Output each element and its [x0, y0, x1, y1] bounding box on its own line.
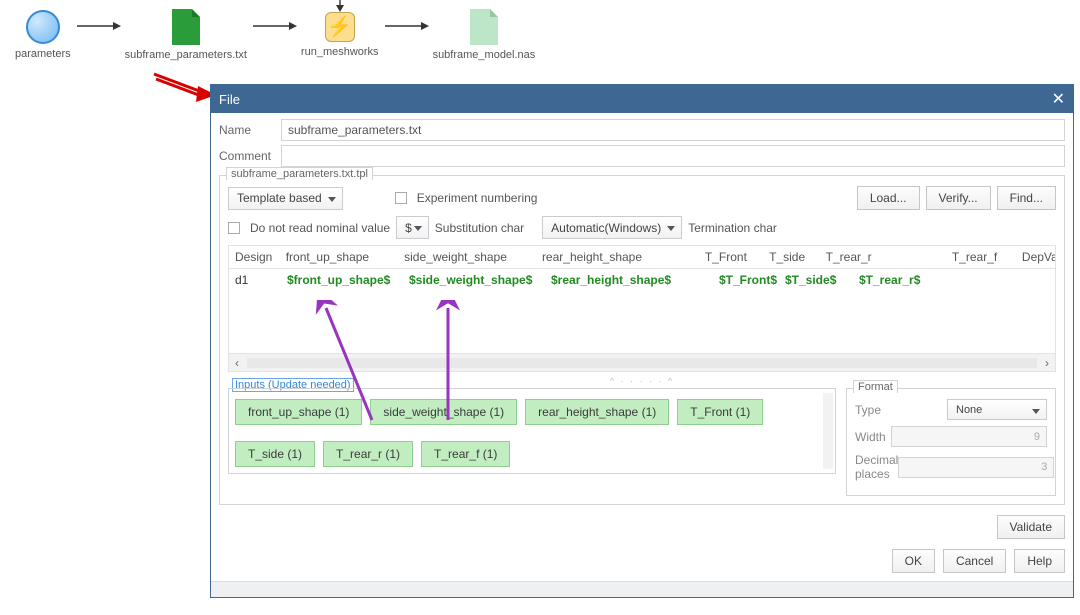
scroll-right-icon[interactable]: ›	[1041, 356, 1053, 370]
chip-t-side[interactable]: T_side (1)	[235, 441, 315, 467]
cell-var: $side_weight_shape$	[403, 269, 545, 291]
find-button[interactable]: Find...	[997, 186, 1056, 210]
format-width-label: Width	[855, 430, 891, 444]
ok-button[interactable]: OK	[892, 549, 935, 573]
file-dialog: File ✕ Name Comment subframe_parameters.…	[210, 84, 1074, 598]
node-label: run_meshworks	[301, 46, 379, 58]
comment-label: Comment	[219, 149, 281, 163]
close-icon[interactable]: ✕	[1052, 89, 1065, 109]
dialog-titlebar[interactable]: File ✕	[211, 85, 1073, 113]
name-label: Name	[219, 123, 281, 137]
vertical-scrollbar[interactable]	[823, 393, 833, 469]
cell-var: $T_rear_r$	[853, 269, 993, 291]
node-parameters[interactable]: parameters	[15, 4, 71, 60]
cell-var: $T_side$	[779, 269, 853, 291]
format-width-input[interactable]	[891, 426, 1047, 447]
subchar-label: Substitution char	[435, 221, 524, 235]
col-t-rear-r[interactable]: T_rear_r	[820, 246, 946, 268]
col-front-up[interactable]: front_up_shape	[280, 246, 398, 268]
document-icon	[172, 9, 200, 45]
experiment-numbering-checkbox[interactable]	[395, 192, 407, 204]
cell-var: $T_Front$	[713, 269, 779, 291]
node-label: subframe_parameters.txt	[125, 49, 247, 61]
load-button[interactable]: Load...	[857, 186, 920, 210]
termchar-label: Termination char	[688, 221, 777, 235]
circle-icon	[26, 10, 60, 44]
col-rear-height[interactable]: rear_height_shape	[536, 246, 699, 268]
bolt-icon: ⚡	[325, 12, 355, 42]
chevron-down-icon	[1032, 409, 1040, 414]
chevron-down-icon	[328, 197, 336, 202]
table-row[interactable]: d1 $front_up_shape$ $side_weight_shape$ …	[229, 269, 1055, 291]
node-run-meshworks[interactable]: ⚡ run_meshworks	[301, 4, 379, 58]
verify-button[interactable]: Verify...	[926, 186, 991, 210]
chip-t-rear-r[interactable]: T_rear_r (1)	[323, 441, 413, 467]
validate-button[interactable]: Validate	[997, 515, 1065, 539]
help-button[interactable]: Help	[1014, 549, 1065, 573]
template-mode-dropdown[interactable]: Template based	[228, 187, 343, 210]
no-nominal-checkbox[interactable]	[228, 222, 240, 234]
arrow-icon	[251, 4, 297, 48]
format-legend: Format	[853, 380, 898, 393]
node-subframe-model[interactable]: subframe_model.nas	[433, 4, 536, 61]
col-t-front[interactable]: T_Front	[699, 246, 763, 268]
document-icon	[470, 9, 498, 45]
no-nominal-label: Do not read nominal value	[250, 221, 390, 235]
cell-var: $rear_height_shape$	[545, 269, 713, 291]
arrow-icon	[75, 4, 121, 48]
arrow-down-icon	[333, 0, 347, 12]
template-group-legend: subframe_parameters.txt.tpl	[226, 167, 373, 180]
termchar-dropdown[interactable]: Automatic(Windows)	[542, 216, 682, 239]
col-side-weight[interactable]: side_weight_shape	[398, 246, 536, 268]
arrow-icon	[383, 4, 429, 48]
chevron-down-icon	[414, 226, 422, 231]
chip-t-rear-f[interactable]: T_rear_f (1)	[421, 441, 510, 467]
template-table: Design front_up_shape side_weight_shape …	[228, 245, 1056, 372]
chip-t-front[interactable]: T_Front (1)	[677, 399, 763, 425]
chip-front-up[interactable]: front_up_shape (1)	[235, 399, 362, 425]
chevron-down-icon	[667, 226, 675, 231]
format-group: Format Type None Width Decimal places	[846, 388, 1056, 496]
workflow-row: parameters subframe_parameters.txt ⚡ run…	[15, 0, 535, 78]
scroll-left-icon[interactable]: ‹	[231, 356, 243, 370]
chip-side-weight[interactable]: side_weight_shape (1)	[370, 399, 517, 425]
chip-rear-height[interactable]: rear_height_shape (1)	[525, 399, 669, 425]
node-label: subframe_model.nas	[433, 49, 536, 61]
format-type-label: Type	[855, 403, 947, 417]
format-decimal-input[interactable]	[898, 457, 1054, 478]
format-decimal-label: Decimal places	[855, 453, 898, 481]
cancel-button[interactable]: Cancel	[943, 549, 1006, 573]
status-bar	[211, 581, 1073, 597]
comment-input[interactable]	[281, 145, 1065, 167]
col-t-rear-f[interactable]: T_rear_f	[946, 246, 1016, 268]
col-t-side[interactable]: T_side	[763, 246, 820, 268]
col-design[interactable]: Design	[229, 246, 280, 268]
col-depva[interactable]: DepVa	[1016, 246, 1055, 268]
cell-var: $front_up_shape$	[281, 269, 403, 291]
experiment-numbering-label: Experiment numbering	[417, 191, 538, 205]
subchar-dropdown[interactable]: $	[396, 216, 429, 239]
name-input[interactable]	[281, 119, 1065, 141]
horizontal-scrollbar[interactable]: ‹ ›	[229, 353, 1055, 371]
node-label: parameters	[15, 48, 71, 60]
node-subframe-params[interactable]: subframe_parameters.txt	[125, 4, 247, 61]
inputs-panel: Inputs (Update needed) front_up_shape (1…	[228, 388, 836, 496]
dialog-title: File	[219, 92, 240, 107]
cell-design: d1	[229, 269, 281, 291]
format-type-dropdown[interactable]: None	[947, 399, 1047, 420]
